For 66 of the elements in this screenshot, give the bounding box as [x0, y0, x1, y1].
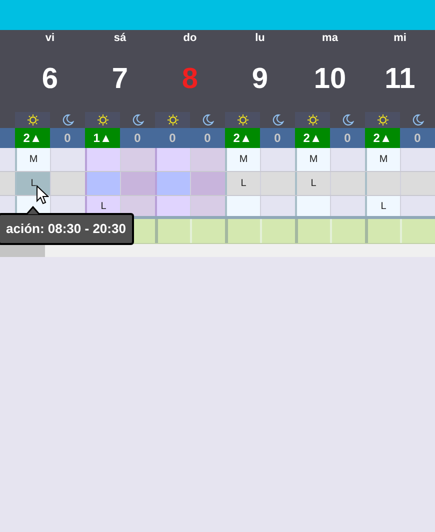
- staff-count: 1▲: [85, 128, 120, 148]
- sun-icon: [236, 114, 248, 126]
- weekday-label: sá: [114, 31, 126, 45]
- shift-cell[interactable]: [190, 196, 225, 216]
- shift-cell[interactable]: [120, 172, 155, 195]
- staff-count: 0: [413, 130, 422, 147]
- moon-icon: [62, 114, 74, 126]
- shift-cell[interactable]: [400, 172, 435, 195]
- shift-cell[interactable]: M: [365, 148, 400, 171]
- shift-cell[interactable]: [120, 196, 155, 216]
- shift-cell[interactable]: [0, 172, 15, 195]
- shift-cell[interactable]: [330, 172, 365, 195]
- shift-cell[interactable]: [260, 172, 295, 195]
- shift-cell[interactable]: M: [15, 148, 50, 171]
- date-number: 6: [42, 64, 58, 94]
- shift-cell[interactable]: M: [225, 148, 260, 171]
- shift-cell[interactable]: [225, 196, 260, 216]
- sun-icon: [26, 114, 38, 126]
- shift-cell[interactable]: L: [225, 172, 260, 195]
- shift-cell[interactable]: [155, 172, 190, 195]
- staff-count: 2▲: [365, 128, 400, 148]
- shift-cell[interactable]: [365, 172, 400, 195]
- shift-cell[interactable]: L: [295, 172, 330, 195]
- shift-cell[interactable]: [155, 196, 190, 216]
- date-number: 10: [314, 64, 346, 94]
- shift-cell[interactable]: L: [365, 196, 400, 216]
- cursor-icon: [36, 185, 49, 205]
- moon-icon: [132, 114, 144, 126]
- date-number: 7: [112, 64, 128, 94]
- staff-count: 0: [133, 130, 142, 147]
- shift-cell[interactable]: [295, 196, 330, 216]
- weekday-label: lu: [255, 31, 265, 45]
- weekday-label: ma: [322, 31, 338, 45]
- date-number: 9: [252, 64, 268, 94]
- shift-cell[interactable]: [190, 148, 225, 171]
- sun-icon: [96, 114, 108, 126]
- moon-icon: [272, 114, 284, 126]
- date-number: 11: [384, 64, 416, 94]
- staff-count: 0: [273, 130, 282, 147]
- sun-icon: [306, 114, 318, 126]
- weekday-label: vi: [45, 31, 55, 45]
- staff-count: 2▲: [225, 128, 260, 148]
- staff-count: 0: [63, 130, 72, 147]
- scrollbar-thumb[interactable]: [0, 244, 45, 257]
- date-number: 8: [182, 64, 198, 94]
- staff-count: 0: [343, 130, 352, 147]
- moon-icon: [342, 114, 354, 126]
- shift-cell[interactable]: [85, 148, 120, 171]
- shift-cell[interactable]: [50, 172, 85, 195]
- moon-icon: [412, 114, 424, 126]
- sun-icon: [166, 114, 178, 126]
- moon-icon: [202, 114, 214, 126]
- staff-count: 0: [168, 130, 177, 147]
- tooltip-text: ación: 08:30 - 20:30: [6, 220, 126, 238]
- shift-cell[interactable]: M: [295, 148, 330, 171]
- shift-cell[interactable]: [155, 148, 190, 171]
- shift-cell[interactable]: [190, 172, 225, 195]
- shift-cell[interactable]: L: [15, 172, 50, 195]
- staff-count: 2▲: [295, 128, 330, 148]
- sun-icon: [376, 114, 388, 126]
- staff-count: 2▲: [15, 128, 50, 148]
- weekday-label: mi: [394, 31, 406, 45]
- staff-count: 0: [203, 130, 212, 147]
- weekday-label: do: [183, 31, 197, 45]
- shift-cell[interactable]: [120, 148, 155, 171]
- shift-cell[interactable]: [85, 172, 120, 195]
